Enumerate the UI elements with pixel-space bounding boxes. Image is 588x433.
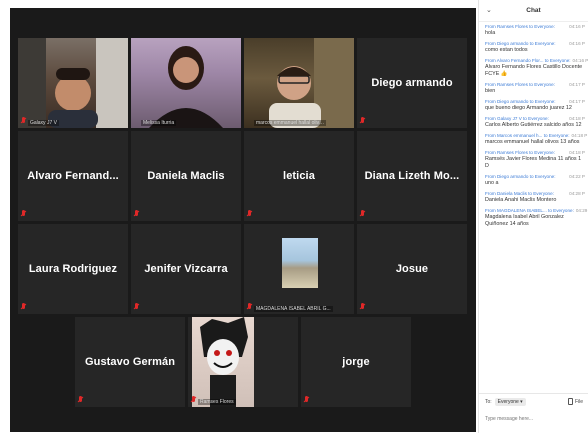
participant-video [244, 38, 354, 128]
participant-tile[interactable]: Diana Lizeth Mo... [357, 131, 467, 221]
participant-tile[interactable]: Galaxy J7 V [18, 38, 128, 128]
chat-message-text: uno a [485, 180, 499, 186]
participant-label: MAGDALENA ISABEL ABRIL G... [254, 306, 333, 312]
chat-message-text: bien [485, 88, 496, 94]
participant-video [18, 38, 128, 128]
participant-video [131, 38, 241, 128]
muted-mic-icon [191, 396, 196, 404]
chat-message: From MAGDALENA ISABEL... to Everyone: 04:… [479, 208, 588, 228]
chat-message: From Ramses Flores to Everyone: 04:16 P ho… [479, 24, 588, 37]
participant-name: Alvaro Fernand... [27, 170, 119, 182]
participant-label: Galaxy J7 V [28, 120, 59, 126]
chat-message-sender: From Ramses Flores to Everyone: [485, 24, 555, 29]
person-silhouette-icon [18, 38, 128, 128]
muted-mic-icon [247, 210, 252, 218]
muted-mic-icon [360, 303, 365, 311]
chat-message: From Marcos emmanuel h... to Everyone: 04… [479, 133, 588, 146]
participant-label: Ramses Flores [198, 399, 236, 405]
participant-tile[interactable]: Ramses Flores [188, 317, 298, 407]
participant-tile[interactable]: Laura Rodriguez [18, 224, 128, 314]
muted-mic-icon [360, 210, 365, 218]
chat-message-sender: From Ramses Flores to Everyone: [485, 82, 555, 87]
chat-message: From Ramses Flores to Everyone: 04:17 P bi… [479, 82, 588, 95]
participant-name: Josue [395, 263, 429, 275]
chat-message: From Daniela Maclis to Everyone: 04:28 PD… [479, 191, 588, 204]
chat-message-text: Daniela Anahi Maclis Montero [485, 197, 557, 203]
participant-label: Melissa Iturria [141, 120, 177, 126]
muted-mic-icon [134, 303, 139, 311]
chat-message-text: como estan todos [485, 47, 528, 53]
recipient-row: To: Everyone ▾ [485, 398, 526, 406]
participant-tile[interactable]: jorge [301, 317, 411, 407]
participant-tile[interactable]: Josue [357, 224, 467, 314]
recipient-dropdown[interactable]: Everyone ▾ [494, 398, 526, 406]
muted-mic-icon [304, 396, 309, 404]
participant-name: leticia [283, 170, 315, 182]
participant-tile[interactable]: leticia [244, 131, 354, 221]
chat-message-time: 04:28 P [569, 191, 585, 196]
chat-message: From Alvaro Fernando Flor... to Everyone… [479, 58, 588, 78]
participant-name: Gustavo Germán [84, 356, 176, 368]
participant-label: marcos emmanuel hallal oliv… [254, 120, 327, 126]
muted-mic-icon [360, 117, 365, 125]
chat-header: ⌄ Chat [479, 0, 588, 22]
participant-name: Daniela Maclis [147, 170, 225, 182]
file-label: File [574, 398, 583, 405]
muted-mic-icon [21, 117, 26, 125]
chat-message-time: 04:16 P [569, 41, 585, 46]
participant-tile[interactable]: Diego armando [357, 38, 467, 128]
file-button[interactable]: File [567, 398, 583, 405]
person-silhouette-icon [269, 38, 354, 128]
chat-message-meta: From Diego armando to Everyone: 04:22 P [485, 174, 585, 180]
chat-message-time: 04:29 P [575, 208, 588, 213]
participant-tile[interactable]: marcos emmanuel hallal oliv… [244, 38, 354, 128]
chat-message-text: Carlos Alberto Gutiérrez salcido años 12 [485, 122, 582, 128]
chat-message: From Diego armando to Everyone: 04:17 Pqu… [479, 99, 588, 112]
participant-tile[interactable]: Jenifer Vizcarra [131, 224, 241, 314]
participant-name: Diana Lizeth Mo... [364, 170, 460, 182]
video-gallery: Galaxy J7 V Melissa Iturria marcos emman… [10, 8, 476, 432]
chat-message-time: 04:16 P [569, 24, 585, 29]
participant-tile[interactable]: Alvaro Fernand... [18, 131, 128, 221]
muted-mic-icon [247, 303, 252, 311]
chat-message: From Diego armando to Everyone: 04:16 Pco… [479, 41, 588, 54]
chat-message-meta: From Ramses Flores to Everyone: 04:17 P [485, 82, 585, 88]
chat-title: Chat [526, 7, 541, 14]
chat-panel: ⌄ Chat From Ramses Flores to Everyone: 04… [478, 0, 588, 433]
chat-message-text: que bueno diego Armando juarez 12 [485, 105, 572, 111]
chat-message-text: marcos emmanuel hallal olivos 13 años [485, 139, 580, 145]
participant-tile[interactable]: Melissa Iturria [131, 38, 241, 128]
chat-message-time: 04:22 P [569, 174, 585, 179]
participant-video [192, 317, 254, 407]
person-silhouette-icon [149, 46, 223, 128]
chat-message-input[interactable] [485, 410, 583, 428]
participant-name: Diego armando [371, 77, 453, 89]
chat-message-meta: From Ramses Flores to Everyone: 04:16 P [485, 24, 585, 30]
to-label: To: [485, 399, 492, 405]
participant-tile[interactable]: MAGDALENA ISABEL ABRIL G... [244, 224, 354, 314]
muted-mic-icon [134, 210, 139, 218]
chat-message-text: hola [485, 30, 496, 36]
muted-mic-icon [21, 303, 26, 311]
chat-message-text: Alvaro Fernando Flores Castillo Docente … [485, 64, 583, 77]
participant-name: Jenifer Vizcarra [144, 263, 228, 275]
participant-name: Laura Rodriguez [28, 263, 118, 275]
cartoon-avatar-icon [200, 317, 248, 407]
file-icon [567, 398, 573, 405]
participant-tile[interactable]: Daniela Maclis [131, 131, 241, 221]
muted-mic-icon [21, 210, 26, 218]
chat-message-text: Magdalena Isabel Abril Gonzalez Quiñonez… [485, 214, 564, 227]
chat-message: From Ramses Flores to Everyone: 04:18 P Ra… [479, 150, 588, 170]
participant-tile[interactable]: Gustavo Germán [75, 317, 185, 407]
chat-message-list[interactable]: From Ramses Flores to Everyone: 04:16 P ho… [479, 24, 588, 390]
chat-message: From Galaxy J7 V to Everyone: 04:18 P Carl… [479, 116, 588, 129]
muted-mic-icon [78, 396, 83, 404]
chat-footer: To: Everyone ▾ File [479, 393, 588, 433]
chat-message-text: Ramsés Javier Flores Medina 11 años 1 D [485, 156, 582, 169]
chat-message: From Diego armando to Everyone: 04:22 Pun… [479, 174, 588, 187]
chat-message-time: 04:17 P [569, 82, 585, 87]
participant-name: jorge [342, 356, 370, 368]
participant-photo [282, 238, 318, 288]
